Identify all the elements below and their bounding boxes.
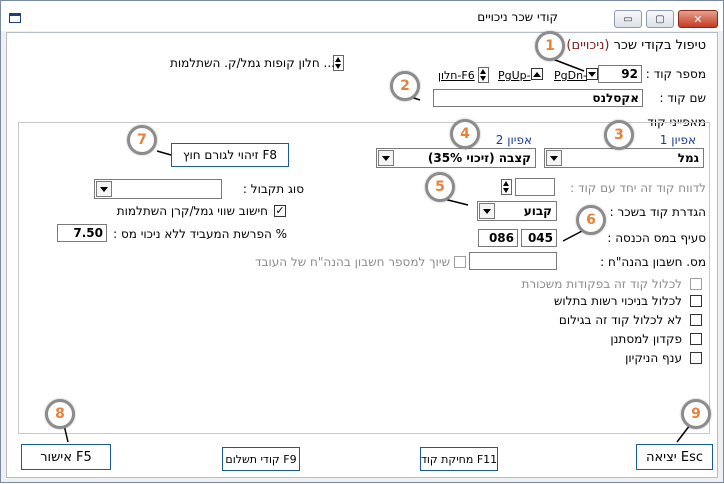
callout-1: 1 [535,31,565,61]
callout-3: 3 [604,120,634,150]
callout-9: 9 [681,399,711,429]
callout-2: 2 [390,71,420,101]
callout-4: 4 [450,119,480,149]
callout-lines [63,57,691,443]
callout-8: 8 [45,399,75,429]
callout-7: 7 [127,125,157,155]
callout-line-9 [676,424,691,443]
callout-6: 6 [576,205,606,235]
callout-line-7 [156,150,172,156]
app-window: קודי שכר ניכויים ▭ ▢ ✕ טיפול בקודי שכר (… [0,0,724,483]
callout-5: 5 [425,172,455,202]
